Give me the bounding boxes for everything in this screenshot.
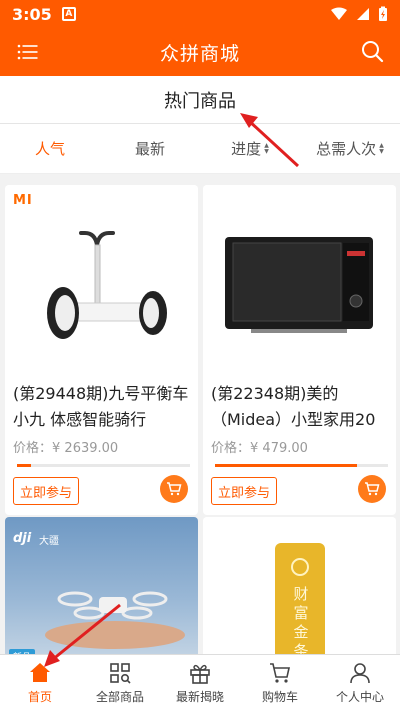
tab-profile[interactable]: 个人中心 [320,655,400,710]
join-button[interactable]: 立即参与 [13,477,79,505]
progress-fill [17,464,31,467]
microwave-image [225,237,373,333]
status-time: 3:05 [12,4,52,24]
tab-label: 首页 [27,689,52,704]
battery-icon [379,6,387,21]
status-bar: 3:05 A [0,0,400,28]
sort-tab-label: 人气 [34,140,65,158]
cart-icon [167,482,182,496]
home-icon [30,662,50,682]
cart-icon [270,662,290,683]
sort-tab-popularity[interactable]: 人气 [0,138,100,159]
tab-all-products[interactable]: 全部商品 [80,655,160,710]
sort-tab-label: 进度 [231,140,262,158]
tab-home[interactable]: 首页 [0,655,80,710]
app-title: 众拼商城 [159,42,240,65]
bottom-tab-bar: 首页 全部商品 最新揭晓 购物车 个人中心 [0,654,400,710]
sort-tab-total-needed[interactable]: 总需人次 ▲ ▼ [300,138,400,159]
card-actions: 立即参与 [5,475,198,513]
tab-latest-results[interactable]: 最新揭晓 [160,655,240,710]
cart-icon [365,482,380,496]
progress-bar [17,464,190,467]
product-price: 价格：¥ 479.00 [203,437,396,456]
join-button[interactable]: 立即参与 [211,477,277,505]
tab-label: 个人中心 [335,689,384,704]
gold-bar-label: 财富金条 [293,585,309,654]
wifi-icon [331,7,347,20]
search-icon[interactable] [360,39,384,63]
section-title: 热门商品 [0,76,400,124]
product-grid: MI (第29448期)九号平衡车 小九 体感智能骑行 价格：¥ 2639.00… [0,174,400,654]
sort-bar: 人气 最新 进度 ▲ ▼ 总需人次 ▲ ▼ [0,124,400,174]
sort-arrows-icon: ▲ ▼ [379,141,384,155]
sort-tab-newest[interactable]: 最新 [100,138,200,159]
grid-search-icon [110,662,131,684]
sort-tab-label: 总需人次 [316,140,377,158]
product-title: (第22348期)美的（Midea）小型家用20 [211,384,376,429]
product-price: 价格：¥ 2639.00 [5,437,198,456]
gift-icon [190,664,210,684]
tab-cart[interactable]: 购物车 [240,655,320,710]
tab-label: 购物车 [261,689,298,704]
add-to-cart-button[interactable] [358,475,386,503]
add-to-cart-button[interactable] [160,475,188,503]
notification-icon: A [61,7,76,21]
price-value: ¥ 2639.00 [52,441,119,456]
app-bar: 众拼商城 [0,28,400,76]
product-image[interactable] [203,185,396,375]
price-value: ¥ 479.00 [250,441,308,456]
product-card[interactable]: dji 大疆 新品 [5,517,198,654]
status-indicators [330,6,388,22]
sort-tab-label: 最新 [134,140,165,158]
price-label: 价格： [211,441,251,456]
progress-fill [215,464,357,467]
card-actions: 立即参与 [203,475,396,513]
tab-label: 最新揭晓 [175,689,224,704]
user-icon [350,662,370,683]
product-card[interactable]: (第22348期)美的（Midea）小型家用20 价格：¥ 479.00 立即参… [203,185,396,515]
product-card[interactable]: MI (第29448期)九号平衡车 小九 体感智能骑行 价格：¥ 2639.00… [5,185,198,515]
product-image[interactable]: dji 大疆 新品 [5,517,198,654]
menu-icon[interactable] [16,40,40,64]
progress-bar [215,464,388,467]
tab-label: 全部商品 [95,689,144,704]
drone-image [45,591,185,649]
sort-tab-progress[interactable]: 进度 ▲ ▼ [200,138,300,159]
sort-arrows-icon: ▲ ▼ [264,141,269,155]
price-label: 价格： [13,441,53,456]
signal-icon [357,8,369,20]
balance-scooter-image [47,231,167,339]
product-card[interactable]: 财富金条 [203,517,396,654]
product-image[interactable]: 财富金条 [203,517,396,654]
product-title: (第29448期)九号平衡车 小九 体感智能骑行 [13,384,189,429]
mi-logo: MI [13,193,33,208]
product-image[interactable]: MI [5,185,198,375]
